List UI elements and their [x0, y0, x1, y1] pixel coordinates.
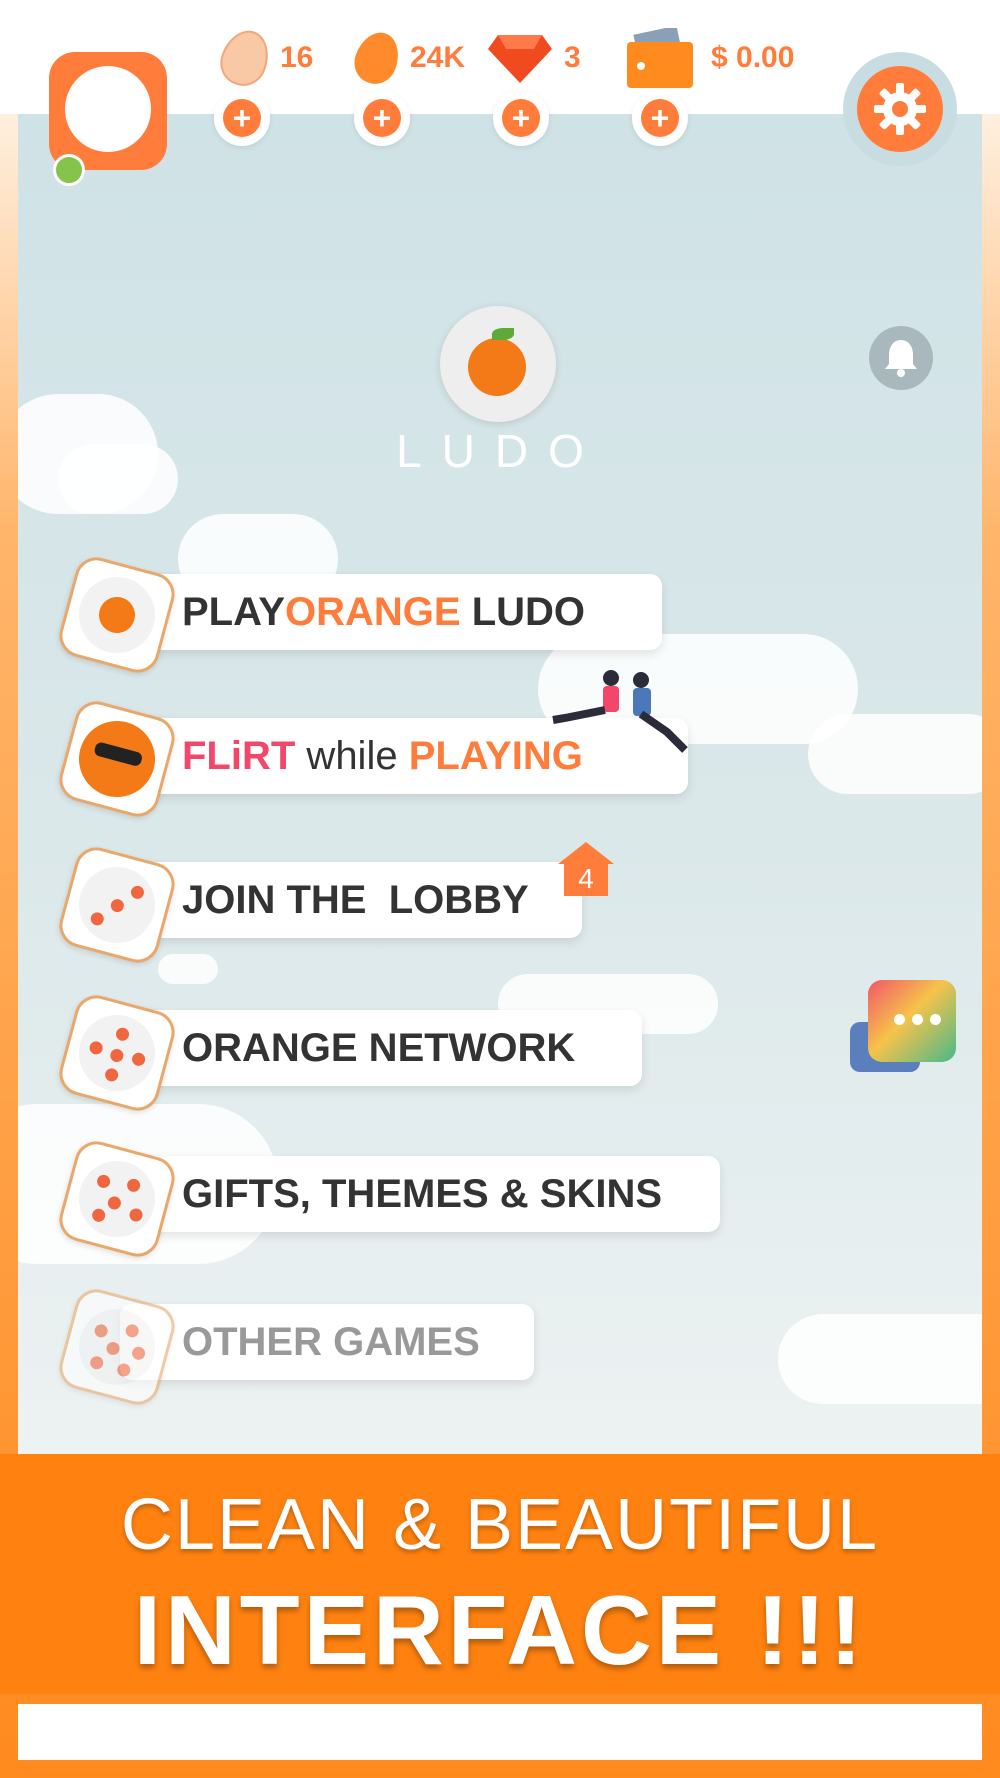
- egg-icon: [213, 23, 277, 93]
- other-games-label: OTHER GAMES: [182, 1319, 480, 1364]
- gear-icon: [857, 66, 943, 152]
- promo-banner: CLEAN & BEAUTIFUL INTERFACE !!!: [0, 1454, 1000, 1694]
- gold-eggs-value: 24K: [410, 41, 466, 74]
- orange-logo-icon: [440, 306, 556, 422]
- lobby-count-badge: 4: [558, 842, 614, 896]
- couple-illustration-icon: [552, 670, 688, 753]
- plus-icon: +: [502, 99, 540, 137]
- plus-icon: +: [223, 99, 261, 137]
- gem-icon: [488, 35, 552, 83]
- add-funds-button[interactable]: +: [632, 90, 688, 146]
- eggs-counter: 16: [213, 23, 314, 93]
- other-games-button[interactable]: OTHER GAMES: [120, 1304, 534, 1380]
- orange-fruit: [468, 338, 526, 396]
- cloud: [58, 444, 178, 514]
- plus-icon: +: [363, 99, 401, 137]
- play-label: PLAY: [182, 589, 286, 634]
- cloud: [778, 1314, 982, 1404]
- eggs-value: 16: [280, 41, 314, 74]
- gifts-themes-skins-button[interactable]: GIFTS, THEMES & SKINS: [120, 1156, 720, 1232]
- settings-button[interactable]: [843, 52, 957, 166]
- gifts-label: GIFTS, THEMES & SKINS: [182, 1171, 663, 1216]
- gems-counter: 3: [488, 28, 581, 88]
- add-gems-button[interactable]: +: [493, 90, 549, 146]
- gold-eggs-counter: 24K: [348, 26, 466, 90]
- cloud: [808, 714, 982, 794]
- gold-egg-icon: [348, 26, 406, 90]
- banner-line-2: INTERFACE !!!: [133, 1575, 867, 1685]
- gems-value: 3: [564, 41, 581, 74]
- flirt-label: FLiRT: [182, 733, 296, 778]
- lobby-label: JOIN THE LOBBY: [182, 877, 529, 922]
- add-gold-eggs-button[interactable]: +: [354, 90, 410, 146]
- orange-leaf: [492, 328, 514, 340]
- avatar-image: [65, 66, 151, 152]
- wallet-icon: [627, 28, 693, 88]
- bottom-strip: [18, 1704, 982, 1760]
- logo-text: LUDO: [396, 425, 604, 477]
- join-the-lobby-button[interactable]: JOIN THE LOBBY: [120, 862, 582, 938]
- play-label-orange: ORANGE: [285, 589, 461, 634]
- orange-network-button[interactable]: ORANGE NETWORK: [120, 1010, 642, 1086]
- add-eggs-button[interactable]: +: [214, 90, 270, 146]
- cloud: [158, 954, 218, 984]
- network-label: ORANGE NETWORK: [182, 1025, 576, 1070]
- wallet-counter: $ 0.00: [627, 28, 794, 88]
- notifications-button[interactable]: [869, 326, 933, 390]
- play-label-ludo: LUDO: [460, 589, 586, 634]
- play-orange-ludo-button[interactable]: PLAY ORANGE LUDO: [120, 574, 662, 650]
- online-status-icon: [53, 154, 85, 186]
- lobby-count: 4: [564, 862, 608, 896]
- while-label: while: [295, 733, 409, 778]
- profile-avatar[interactable]: [49, 52, 167, 186]
- chat-icon[interactable]: [850, 980, 960, 1080]
- plus-icon: +: [641, 99, 679, 137]
- bell-icon: [885, 340, 917, 377]
- banner-line-1: CLEAN & BEAUTIFUL: [120, 1485, 880, 1565]
- wallet-value: $ 0.00: [711, 41, 795, 74]
